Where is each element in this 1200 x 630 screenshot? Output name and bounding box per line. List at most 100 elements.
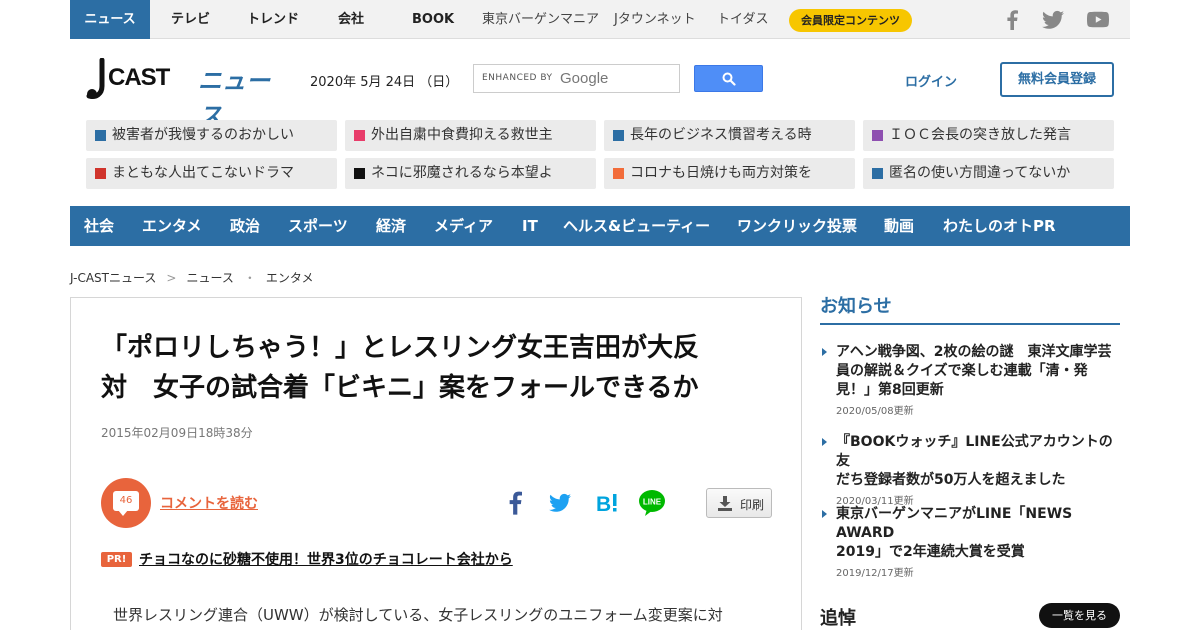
topnav-item-tv[interactable]: テレビ bbox=[171, 0, 210, 39]
headline-line: 「ポロリしちゃう！」とレスリング女王吉田が大反 bbox=[101, 333, 700, 363]
article-headline: 「ポロリしちゃう！」とレスリング女王吉田が大反 対 女子の試合着「ビキニ」案をフ… bbox=[101, 328, 781, 408]
category-media[interactable]: メディア bbox=[434, 206, 493, 246]
notice-title[interactable]: 『BOOKウォッチ』LINE公式アカウントの友 だち登録者数が50万人を超えまし… bbox=[836, 433, 1120, 490]
trending-item[interactable]: 匿名の使い方間違ってないか bbox=[863, 158, 1114, 189]
category-one-click-vote[interactable]: ワンクリック投票 bbox=[737, 206, 857, 246]
trending-bullet-icon bbox=[613, 168, 624, 179]
trending-item[interactable]: 外出自粛中食費抑える救世主 bbox=[345, 120, 596, 151]
notice-item[interactable]: 東京バーゲンマニアがLINE「NEWS AWARD 2019」で2年連続大賞を受… bbox=[820, 505, 1120, 579]
login-link[interactable]: ログイン bbox=[905, 71, 957, 90]
line-icon[interactable]: LINE bbox=[638, 489, 666, 517]
read-comments-link[interactable]: コメントを読む bbox=[160, 493, 258, 513]
breadcrumb-news[interactable]: ニュース bbox=[186, 269, 233, 286]
notice-title[interactable]: アヘン戦争図、2枚の絵の謎 東洋文庫学芸 員の解説＆クイズで楽しむ連載「清・発 … bbox=[836, 343, 1120, 400]
headline-line: 対 女子の試合着「ビキニ」案をフォールできるか bbox=[101, 373, 699, 403]
comment-bubble-tail bbox=[118, 510, 128, 516]
notice-title-line: 東京バーゲンマニアがLINE「NEWS AWARD bbox=[836, 506, 1073, 541]
trending-bullet-icon bbox=[95, 130, 106, 141]
breadcrumb-separator: ・ bbox=[243, 271, 256, 285]
svg-text:B: B bbox=[596, 493, 611, 515]
category-navigation: 社会 エンタメ 政治 スポーツ 経済 メディア IT ヘルス&ビューティー ワン… bbox=[70, 206, 1130, 246]
topnav-item-jtown[interactable]: Jタウンネット bbox=[614, 0, 696, 39]
trending-bullet-icon bbox=[872, 130, 883, 141]
topnav-item-book[interactable]: BOOK bbox=[412, 0, 454, 39]
print-label: 印刷 bbox=[740, 498, 765, 512]
pr-badge: PR! bbox=[101, 552, 132, 567]
member-content-badge[interactable]: 会員限定コンテンツ bbox=[789, 9, 912, 32]
trending-bullet-icon bbox=[613, 130, 624, 141]
trending-bullet-icon bbox=[872, 168, 883, 179]
article-card: 「ポロリしちゃう！」とレスリング女王吉田が大反 対 女子の試合着「ビキニ」案をフ… bbox=[70, 297, 802, 630]
trending-item[interactable]: 被害者が我慢するのおかしい bbox=[86, 120, 337, 151]
download-print-icon bbox=[718, 496, 732, 511]
hatena-bookmark-icon[interactable]: B bbox=[596, 491, 620, 515]
comment-count: 46 bbox=[113, 491, 139, 511]
facebook-icon[interactable] bbox=[1006, 10, 1018, 30]
notice-title-line: 『BOOKウォッチ』LINE公式アカウントの友 bbox=[836, 434, 1113, 469]
trending-label: 匿名の使い方間違ってないか bbox=[889, 165, 1071, 181]
search-input[interactable] bbox=[474, 65, 679, 92]
search-field[interactable]: ENHANCED BY Google bbox=[473, 64, 680, 93]
search-icon bbox=[722, 72, 736, 86]
category-economy[interactable]: 経済 bbox=[376, 206, 406, 246]
notice-title-line: 員の解説＆クイズで楽しむ連載「清・発 bbox=[836, 363, 1088, 379]
topnav-item-company[interactable]: 会社 bbox=[338, 0, 364, 39]
top-navigation-bar: ニュース テレビ トレンド 会社 BOOK 東京バーゲンマニア Jタウンネット … bbox=[70, 0, 1130, 39]
comment-count-button[interactable]: 46 bbox=[101, 478, 151, 528]
obituary-heading: 追悼 bbox=[820, 608, 856, 629]
category-video[interactable]: 動画 bbox=[884, 206, 914, 246]
notice-title-line: だち登録者数が50万人を超えました bbox=[836, 472, 1066, 488]
notice-divider bbox=[820, 323, 1120, 325]
facebook-icon[interactable] bbox=[508, 491, 522, 515]
notice-title[interactable]: 東京バーゲンマニアがLINE「NEWS AWARD 2019」で2年連続大賞を受… bbox=[836, 505, 1120, 562]
trending-bullet-icon bbox=[95, 168, 106, 179]
trending-bullet-icon bbox=[354, 130, 365, 141]
topnav-item-toidasu[interactable]: トイダス bbox=[717, 0, 768, 39]
category-sports[interactable]: スポーツ bbox=[288, 206, 348, 246]
logo-text: CAST bbox=[108, 64, 170, 91]
notice-item[interactable]: アヘン戦争図、2枚の絵の謎 東洋文庫学芸 員の解説＆クイズで楽しむ連載「清・発 … bbox=[820, 343, 1120, 417]
category-it[interactable]: IT bbox=[522, 206, 538, 246]
notice-item[interactable]: 『BOOKウォッチ』LINE公式アカウントの友 だち登録者数が50万人を超えまし… bbox=[820, 433, 1120, 507]
category-otopr[interactable]: わたしのオトPR bbox=[943, 206, 1056, 246]
article-body: 世界レスリング連合（UWW）が検討している、女子レスリングのユニフォーム変更案に… bbox=[113, 606, 723, 624]
trending-bullet-icon bbox=[354, 168, 365, 179]
article-date: 2015年02月09日18時38分 bbox=[101, 426, 253, 440]
svg-text:LINE: LINE bbox=[643, 498, 662, 507]
bullet-arrow-icon bbox=[822, 510, 827, 518]
bullet-arrow-icon bbox=[822, 348, 827, 356]
trending-item[interactable]: 長年のビジネス慣習考える時 bbox=[604, 120, 855, 151]
pr-link[interactable]: チョコなのに砂糖不使用！世界3位のチョコレート会社から bbox=[139, 549, 513, 569]
print-button[interactable]: 印刷 bbox=[706, 488, 772, 518]
breadcrumb-home[interactable]: J-CASTニュース bbox=[70, 269, 156, 286]
twitter-icon[interactable] bbox=[549, 493, 571, 513]
view-all-button[interactable]: 一覧を見る bbox=[1039, 603, 1120, 628]
notice-title-line: アヘン戦争図、2枚の絵の謎 東洋文庫学芸 bbox=[836, 344, 1112, 360]
twitter-icon[interactable] bbox=[1042, 10, 1064, 30]
trending-label: 外出自粛中食費抑える救世主 bbox=[371, 127, 553, 143]
topnav-item-bargain-mania[interactable]: 東京バーゲンマニア bbox=[482, 0, 599, 39]
trending-label: 被害者が我慢するのおかしい bbox=[112, 127, 294, 143]
topnav-item-trend[interactable]: トレンド bbox=[247, 0, 299, 39]
trending-item[interactable]: ネコに邪魔されるなら本望よ bbox=[345, 158, 596, 189]
notice-title-line: 2019」で2年連続大賞を受賞 bbox=[836, 544, 1025, 560]
bullet-arrow-icon bbox=[822, 438, 827, 446]
breadcrumb-separator: > bbox=[166, 271, 177, 285]
category-health-beauty[interactable]: ヘルス&ビューティー bbox=[563, 206, 710, 246]
youtube-icon[interactable] bbox=[1087, 11, 1109, 28]
category-politics[interactable]: 政治 bbox=[230, 206, 260, 246]
category-entertainment[interactable]: エンタメ bbox=[142, 206, 202, 246]
breadcrumb-entertainment[interactable]: エンタメ bbox=[266, 269, 314, 286]
category-society[interactable]: 社会 bbox=[84, 206, 114, 246]
trending-item[interactable]: ＩＯＣ会長の突き放した発言 bbox=[863, 120, 1114, 151]
topnav-item-news[interactable]: ニュース bbox=[70, 0, 150, 39]
site-logo[interactable]: CAST ニュース bbox=[86, 57, 286, 130]
trending-item[interactable]: まともな人出てこないドラマ bbox=[86, 158, 337, 189]
notice-date: 2019/12/17更新 bbox=[836, 568, 914, 579]
notice-heading: お知らせ bbox=[820, 296, 892, 317]
current-date: 2020年 5月 24日 （日） bbox=[310, 75, 459, 90]
notice-title-line: 見！」第8回更新 bbox=[836, 382, 944, 398]
register-button[interactable]: 無料会員登録 bbox=[1000, 62, 1114, 97]
trending-item[interactable]: コロナも日焼けも両方対策を bbox=[604, 158, 855, 189]
search-button[interactable] bbox=[694, 65, 763, 92]
